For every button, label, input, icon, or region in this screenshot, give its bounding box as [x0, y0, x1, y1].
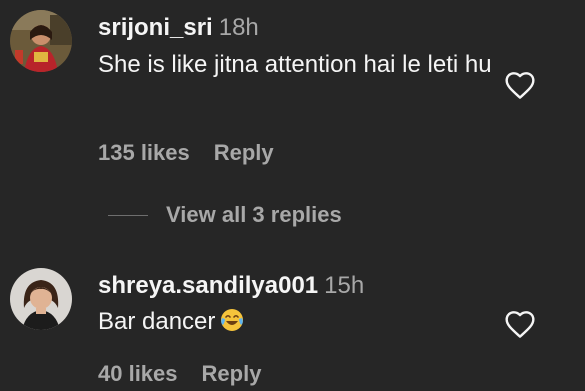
likes-count[interactable]: 40 likes: [98, 361, 178, 386]
comment-header: srijoni_sri 18h: [98, 14, 259, 42]
comment-text-content: Bar dancer: [98, 308, 216, 335]
comment-meta: 40 likes Reply: [98, 361, 285, 387]
comment-meta: 135 likes Reply: [98, 140, 298, 166]
username[interactable]: shreya.sandilya001: [98, 272, 318, 299]
face-with-tears-of-joy-icon: [221, 309, 244, 331]
reply-button[interactable]: Reply: [202, 361, 262, 386]
avatar-image: [10, 10, 72, 72]
comment-text: Bar dancer: [98, 304, 498, 340]
comment-text: She is like jitna attention hai le leti …: [98, 51, 492, 78]
heart-icon[interactable]: [504, 70, 536, 100]
timestamp: 18h: [218, 14, 259, 41]
likes-count[interactable]: 135 likes: [98, 140, 190, 165]
username[interactable]: srijoni_sri: [98, 14, 213, 41]
view-replies-label: View all 3 replies: [166, 202, 342, 227]
comment-header: shreya.sandilya001 15h: [98, 272, 364, 300]
avatar[interactable]: [10, 10, 72, 72]
avatar-image: [10, 268, 72, 330]
comments-list: srijoni_sri 18h She is like jitna attenti…: [0, 0, 585, 391]
reply-button[interactable]: Reply: [214, 140, 274, 165]
view-replies-button[interactable]: View all 3 replies: [108, 202, 342, 228]
divider-line: [108, 214, 148, 216]
heart-icon[interactable]: [504, 309, 536, 339]
avatar[interactable]: [10, 268, 72, 330]
timestamp: 15h: [324, 272, 365, 299]
